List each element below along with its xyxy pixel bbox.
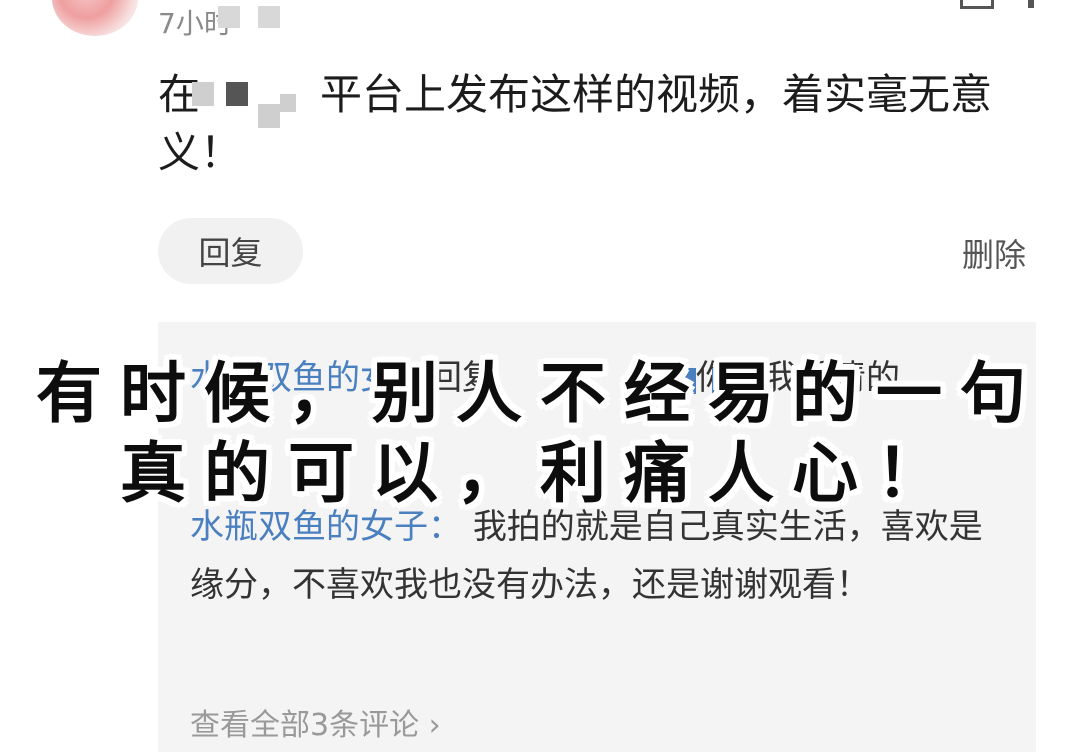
blurred-timestamp-mosaic <box>218 6 240 28</box>
overlay-caption-line-2: 真的可以，利痛人心！ <box>120 434 960 512</box>
reply-button[interactable]: 回复 <box>158 218 303 284</box>
delete-button[interactable]: 删除 <box>962 230 1026 276</box>
mosaic-block <box>192 82 214 106</box>
chevron-right-icon: › <box>428 708 441 743</box>
avatar[interactable] <box>52 0 138 36</box>
blurred-timestamp-mosaic <box>258 6 280 28</box>
more-icon[interactable] <box>1028 0 1034 8</box>
mosaic-block <box>258 104 280 128</box>
mosaic-block <box>226 82 248 106</box>
share-icon[interactable] <box>960 0 994 9</box>
comment-main-text: 平台上发布这样的视频，着实毫无意义！ <box>158 70 993 177</box>
mosaic-block <box>280 94 296 112</box>
view-all-label: 查看全部3条评论 <box>190 708 420 743</box>
comment-body: 在平台上发布这样的视频，着实毫无意义！ <box>158 66 1018 182</box>
view-all-replies-link[interactable]: 查看全部3条评论 › <box>190 700 441 744</box>
